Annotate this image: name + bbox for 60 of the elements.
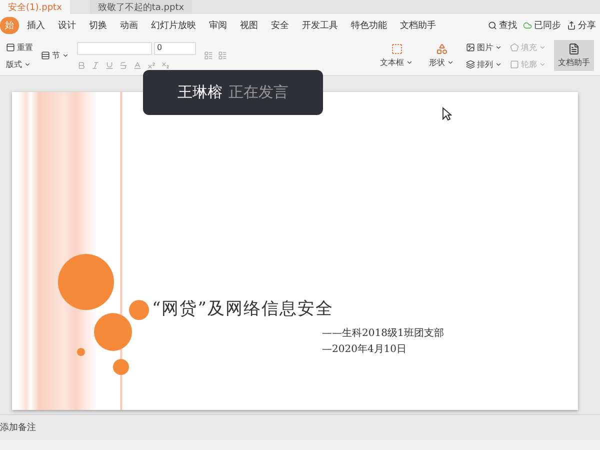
ribbon-tab[interactable]: 特色功能	[346, 16, 392, 34]
caret-icon	[406, 59, 413, 66]
font-field[interactable]	[77, 42, 152, 54]
share-button[interactable]: 分享	[567, 18, 596, 32]
picture-icon	[466, 42, 475, 52]
ribbon-tab[interactable]: 幻灯片放映	[146, 16, 201, 34]
shapes-icon	[436, 43, 448, 55]
speaker-status: 正在发言	[228, 83, 288, 102]
caret-icon	[62, 52, 69, 59]
superscript-icon	[147, 60, 156, 70]
italic-icon	[91, 60, 100, 70]
list-icon	[218, 51, 227, 60]
slide-date: —2020年4月10日	[322, 343, 408, 356]
caret-icon	[539, 44, 546, 50]
font-color-icon	[133, 60, 142, 70]
cursor-icon	[442, 107, 452, 121]
section-button[interactable]: 节	[41, 50, 69, 61]
share-icon	[567, 20, 576, 30]
ribbon-tab[interactable]: 视图	[235, 16, 263, 34]
reset-button[interactable]: 重置	[6, 42, 33, 52]
search-icon	[488, 20, 497, 30]
slide-title: “网贷”及网络信息安全	[152, 298, 334, 320]
caret-icon	[495, 44, 502, 50]
section-icon	[41, 51, 50, 60]
sync-button[interactable]: 已同步	[523, 18, 561, 32]
subscript-icon	[161, 60, 170, 70]
ribbon-tab[interactable]: 设计	[53, 16, 81, 34]
search-button[interactable]: 查找	[488, 18, 517, 32]
layers-icon	[466, 60, 475, 68]
ribbon-tab[interactable]: 开发工具	[297, 16, 343, 34]
caret-icon	[24, 60, 31, 68]
ribbon-tab[interactable]: 插入	[22, 16, 50, 34]
ribbon-tab[interactable]: 安全	[266, 16, 294, 34]
textbox-icon	[390, 43, 402, 55]
textbox-button[interactable]: 文本框	[376, 40, 417, 71]
cloud-icon	[523, 20, 532, 30]
font-size-field[interactable]: 0	[154, 42, 196, 54]
assistant-button[interactable]: 文档助手	[554, 40, 594, 71]
speaker-name: 王琳榕	[178, 83, 222, 102]
layout-icon	[6, 42, 15, 52]
document-icon	[568, 43, 580, 55]
picture-button[interactable]: 图片	[466, 42, 502, 52]
ribbon-tab[interactable]: 文档助手	[395, 16, 441, 34]
shape-button[interactable]: 形状	[425, 40, 458, 71]
list-icon	[204, 51, 213, 60]
square-icon	[510, 60, 519, 68]
underline-icon	[105, 60, 114, 70]
pentagon-icon	[510, 42, 519, 52]
caret-icon	[495, 60, 502, 68]
ribbon-tab[interactable]: 动画	[115, 16, 143, 34]
ribbon-tab[interactable]: 审阅	[204, 16, 232, 34]
slide-subtitle: ——生科2018级1班团支部	[322, 326, 444, 340]
caret-icon	[539, 60, 546, 68]
caret-icon	[447, 59, 454, 66]
arrange-button[interactable]: 排列	[466, 58, 502, 70]
layout-button[interactable]: 版式	[6, 58, 33, 70]
strikethrough-icon	[119, 60, 128, 70]
bold-icon	[77, 60, 86, 70]
ribbon-tab[interactable]: 切换	[84, 16, 112, 34]
document-tab[interactable]: 致敬了不起的ta.pptx	[90, 0, 192, 14]
